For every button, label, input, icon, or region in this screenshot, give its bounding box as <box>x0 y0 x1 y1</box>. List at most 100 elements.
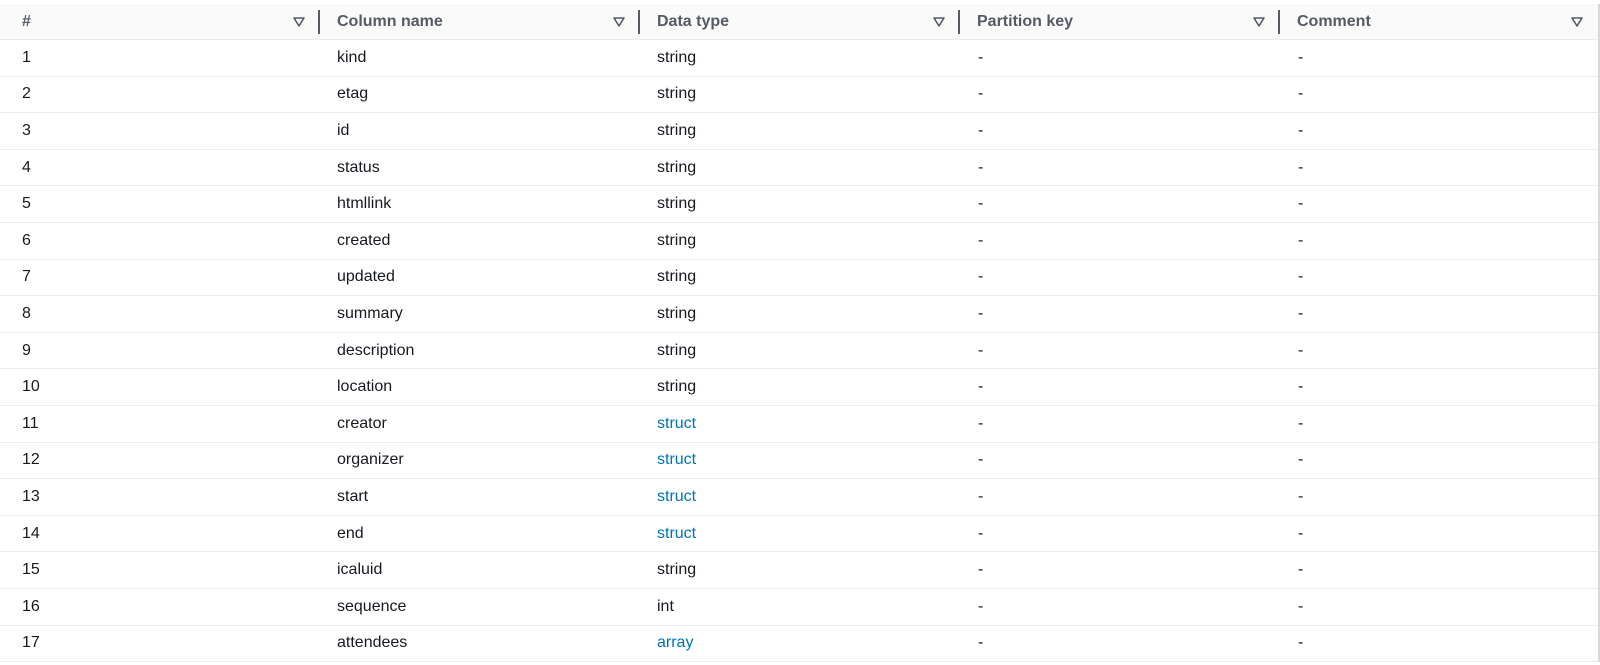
column-name-cell: updated <box>320 259 640 297</box>
data-type-text: string <box>657 48 697 66</box>
comment-cell: - <box>1280 368 1598 406</box>
row-number: 13 <box>0 478 320 516</box>
table-row: 6 created string - - <box>0 222 1598 260</box>
table-header: # Column name Data type Partition key Commen… <box>0 4 1598 40</box>
data-type-cell: string <box>640 39 960 77</box>
partition-key-cell: - <box>960 551 1280 589</box>
schema-table-container: # Column name Data type Partition key Commen… <box>0 4 1600 663</box>
column-name-cell: etag <box>320 76 640 114</box>
data-type-cell: string <box>640 332 960 370</box>
header-column-name[interactable]: Column name <box>320 4 640 40</box>
data-type-link[interactable]: array <box>657 634 693 651</box>
comment-cell: - <box>1280 222 1598 260</box>
column-name-cell: location <box>320 368 640 406</box>
data-type-cell: string <box>640 222 960 260</box>
column-name-cell: sequence <box>320 588 640 626</box>
data-type-cell: struct <box>640 478 960 516</box>
data-type-link[interactable]: struct <box>657 525 696 542</box>
row-number: 1 <box>0 39 320 77</box>
comment-cell: - <box>1280 405 1598 443</box>
partition-key-cell: - <box>960 625 1280 663</box>
row-number: 10 <box>0 368 320 406</box>
data-type-text: string <box>657 378 697 396</box>
comment-cell: - <box>1280 112 1598 150</box>
row-number: 17 <box>0 625 320 663</box>
comment-cell: - <box>1280 515 1598 553</box>
data-type-cell: string <box>640 149 960 187</box>
header-data-type[interactable]: Data type <box>640 4 960 40</box>
data-type-text: string <box>657 304 697 322</box>
partition-key-cell: - <box>960 588 1280 626</box>
header-label: Comment <box>1297 12 1371 30</box>
partition-key-cell: - <box>960 222 1280 260</box>
table-row: 1 kind string - - <box>0 39 1598 77</box>
data-type-link[interactable]: struct <box>657 451 696 468</box>
data-type-cell: string <box>640 112 960 150</box>
comment-cell: - <box>1280 149 1598 187</box>
row-number: 11 <box>0 405 320 443</box>
table-row: 7 updated string - - <box>0 259 1598 297</box>
row-number: 9 <box>0 332 320 370</box>
partition-key-cell: - <box>960 332 1280 370</box>
table-row: 10 location string - - <box>0 368 1598 406</box>
comment-cell: - <box>1280 625 1598 663</box>
data-type-text: string <box>657 158 697 176</box>
partition-key-cell: - <box>960 112 1280 150</box>
comment-cell: - <box>1280 551 1598 589</box>
row-number: 12 <box>0 442 320 480</box>
partition-key-cell: - <box>960 405 1280 443</box>
data-type-cell: string <box>640 185 960 223</box>
table-row: 13 start struct - - <box>0 478 1598 516</box>
column-name-cell: end <box>320 515 640 553</box>
column-name-cell: creator <box>320 405 640 443</box>
filter-caret-down-icon[interactable] <box>292 15 306 29</box>
table-row: 9 description string - - <box>0 332 1598 370</box>
data-type-cell: struct <box>640 405 960 443</box>
data-type-cell: string <box>640 259 960 297</box>
table-row: 12 organizer struct - - <box>0 442 1598 480</box>
table-body: 1 kind string - -2 etag string - -3 id string - -4st… <box>0 39 1598 663</box>
header-label: Partition key <box>977 12 1074 30</box>
data-type-text: string <box>657 121 697 139</box>
row-number: 2 <box>0 76 320 114</box>
partition-key-cell: - <box>960 149 1280 187</box>
table-row: 16 sequence int - - <box>0 588 1598 626</box>
data-type-link[interactable]: struct <box>657 415 696 432</box>
comment-cell: - <box>1280 76 1598 114</box>
filter-caret-down-icon[interactable] <box>932 15 946 29</box>
data-type-link[interactable]: struct <box>657 488 696 505</box>
partition-key-cell: - <box>960 478 1280 516</box>
header-comment[interactable]: Comment <box>1280 4 1598 40</box>
data-type-text: string <box>657 561 697 579</box>
data-type-cell: int <box>640 588 960 626</box>
column-name-cell: organizer <box>320 442 640 480</box>
partition-key-cell: - <box>960 76 1280 114</box>
table-row: 2 etag string - - <box>0 76 1598 114</box>
filter-caret-down-icon[interactable] <box>1570 15 1584 29</box>
header-number[interactable]: # <box>0 4 320 40</box>
column-name-cell: id <box>320 112 640 150</box>
header-row: # Column name Data type Partition key Commen… <box>0 4 1598 40</box>
comment-cell: - <box>1280 478 1598 516</box>
data-type-text: int <box>657 597 674 615</box>
table-row: 15 icaluid string - - <box>0 551 1598 589</box>
header-label: Data type <box>657 12 730 30</box>
data-type-cell: string <box>640 368 960 406</box>
partition-key-cell: - <box>960 295 1280 333</box>
table-row: 3 id string - - <box>0 112 1598 150</box>
data-type-text: string <box>657 85 697 103</box>
row-number: 3 <box>0 112 320 150</box>
column-name-cell: kind <box>320 39 640 77</box>
data-type-cell: string <box>640 76 960 114</box>
header-partition-key[interactable]: Partition key <box>960 4 1280 40</box>
partition-key-cell: - <box>960 368 1280 406</box>
column-name-cell: summary <box>320 295 640 333</box>
row-number: 7 <box>0 259 320 297</box>
column-name-cell: attendees <box>320 625 640 663</box>
filter-caret-down-icon[interactable] <box>612 15 626 29</box>
row-number: 8 <box>0 295 320 333</box>
table-row: 11 creator struct - - <box>0 405 1598 443</box>
filter-caret-down-icon[interactable] <box>1252 15 1266 29</box>
column-name-cell: htmllink <box>320 185 640 223</box>
table-row: 14 end struct - - <box>0 515 1598 553</box>
